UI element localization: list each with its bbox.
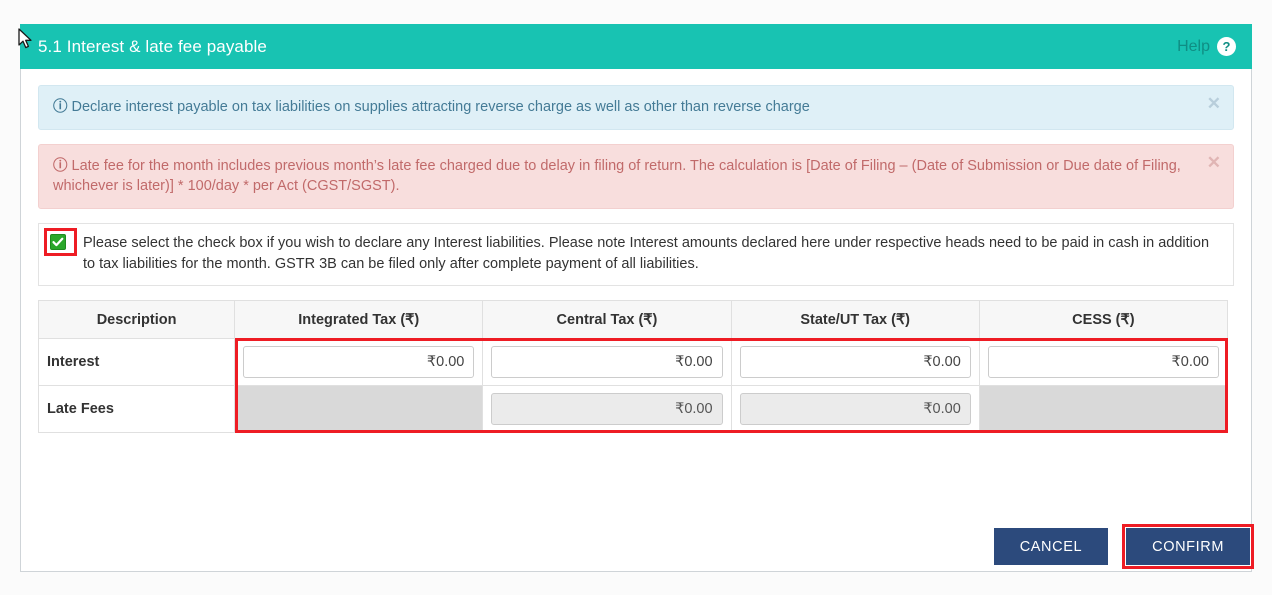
cell-late-fees-cess	[978, 385, 1229, 434]
table-header-row: Description Integrated Tax (₹) Central T…	[37, 300, 1229, 340]
help-link[interactable]: Help ?	[1177, 37, 1236, 56]
cell-interest-cess	[978, 338, 1229, 387]
cell-late-fees-integrated-tax	[234, 385, 484, 434]
late-fees-central-tax-input	[491, 393, 723, 426]
interest-cess-input[interactable]	[987, 346, 1219, 379]
panel-body: ⓘ Declare interest payable on tax liabili…	[20, 69, 1252, 572]
table-row: Interest	[37, 338, 1229, 387]
cell-late-fees-state-ut-tax	[730, 385, 980, 434]
info-alert: ⓘ Declare interest payable on tax liabili…	[38, 85, 1234, 130]
help-label: Help	[1177, 37, 1210, 55]
cell-interest-state-ut-tax	[730, 338, 980, 387]
cell-late-fees-central-tax	[482, 385, 732, 434]
cell-interest-integrated-tax	[234, 338, 484, 387]
late-fees-state-ut-tax-input	[739, 393, 971, 426]
late-fee-alert: ⓘ Late fee for the month includes previou…	[38, 143, 1234, 209]
close-icon[interactable]: ✕	[1207, 154, 1221, 171]
close-icon[interactable]: ✕	[1207, 95, 1221, 112]
column-header-integrated-tax: Integrated Tax (₹)	[234, 300, 484, 340]
screenshot-root: 5.1 Interest & late fee payable Help ? ⓘ…	[0, 0, 1272, 595]
column-header-cess: CESS (₹)	[978, 300, 1229, 340]
info-circle-icon: ⓘ	[53, 99, 68, 115]
info-circle-icon: ⓘ	[53, 157, 68, 174]
column-header-central-tax: Central Tax (₹)	[482, 300, 732, 340]
interest-state-ut-tax-input[interactable]	[739, 346, 971, 379]
question-circle-icon[interactable]: ?	[1217, 37, 1236, 56]
interest-late-fee-table: Description Integrated Tax (₹) Central T…	[37, 300, 1229, 434]
footer-actions: CANCEL CONFIRM	[993, 524, 1254, 569]
column-header-state-ut-tax: State/UT Tax (₹)	[730, 300, 980, 340]
table-row: Late Fees	[37, 385, 1229, 434]
confirm-button-highlight: CONFIRM	[1122, 524, 1254, 569]
row-label-interest: Interest	[37, 338, 236, 387]
page-title: 5.1 Interest & late fee payable	[38, 36, 267, 56]
interest-central-tax-input[interactable]	[491, 346, 723, 379]
panel-header: 5.1 Interest & late fee payable Help ?	[20, 24, 1252, 69]
column-header-description: Description	[37, 300, 236, 340]
confirm-button[interactable]: CONFIRM	[1126, 528, 1250, 565]
late-fee-alert-text: Late fee for the month includes previous…	[53, 157, 1181, 195]
interest-integrated-tax-input[interactable]	[243, 346, 475, 379]
tax-table-wrap: Description Integrated Tax (₹) Central T…	[37, 300, 1234, 434]
declare-interest-checkbox[interactable]	[50, 233, 66, 250]
declaration-block: Please select the check box if you wish …	[38, 222, 1234, 287]
cancel-button[interactable]: CANCEL	[993, 528, 1109, 565]
declaration-text: Please select the check box if you wish …	[83, 234, 1210, 273]
row-label-late-fees: Late Fees	[37, 385, 236, 434]
cell-interest-central-tax	[482, 338, 732, 387]
info-alert-text: Declare interest payable on tax liabilit…	[71, 99, 810, 115]
